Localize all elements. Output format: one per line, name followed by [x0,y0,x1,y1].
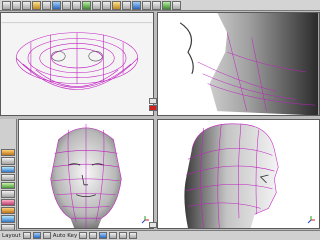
select-icon[interactable] [52,0,61,10]
render-icon[interactable] [92,0,101,10]
status-button[interactable] [109,232,118,239]
help-icon[interactable] [172,0,181,10]
new-icon[interactable] [2,0,11,10]
front-view-head [50,123,122,228]
undo-icon[interactable] [32,0,41,10]
status-button[interactable] [79,232,88,239]
viewport-front[interactable] [18,119,154,229]
viewport-perspective[interactable] [157,12,320,116]
status-button[interactable] [129,232,138,239]
camera-icon[interactable] [122,0,131,10]
snap-icon[interactable] [152,0,161,10]
move-icon[interactable] [62,0,71,10]
viewport-side[interactable] [157,119,320,229]
viewport-divider-handle[interactable] [149,98,157,104]
redo-icon[interactable] [42,0,51,10]
extrude-tool-icon[interactable] [1,190,15,198]
spline-tool-icon[interactable] [1,165,15,173]
main-toolbar [0,0,320,11]
modeler-window: Layout Auto Key [0,0,320,240]
top-view-wireframe [1,22,153,90]
point-tool-icon[interactable] [1,149,15,157]
status-button[interactable] [119,232,128,239]
viewport-maximize-button[interactable] [149,105,157,111]
scale-icon[interactable] [82,0,91,10]
morph-tool-icon[interactable] [1,215,15,223]
save-icon[interactable] [22,0,31,10]
grid-icon[interactable] [142,0,151,10]
rotate-icon[interactable] [72,0,81,10]
side-view-nav-button[interactable] [149,222,157,228]
knife-tool-icon[interactable] [1,173,15,182]
shaded-head-perspective [178,13,319,115]
status-button[interactable] [32,232,41,239]
layer-icon[interactable] [162,0,171,10]
status-bar: Layout Auto Key [0,230,320,240]
open-icon[interactable] [12,0,21,10]
status-mode-text: Layout [2,232,21,239]
smooth-tool-icon[interactable] [1,182,15,190]
status-button[interactable] [99,232,108,239]
light-icon[interactable] [112,0,121,10]
viewport-top[interactable] [0,12,154,116]
bone-tool-icon[interactable] [1,207,15,215]
status-button[interactable] [22,232,31,239]
status-info-text: Auto Key [52,232,78,239]
polygon-tool-icon[interactable] [1,157,15,165]
side-view-head [184,123,279,228]
axis-tripod-icon[interactable] [307,215,316,224]
status-button[interactable] [89,232,98,239]
material-icon[interactable] [102,0,111,10]
status-button[interactable] [42,232,51,239]
tool-palette [0,119,17,231]
paint-tool-icon[interactable] [1,198,15,207]
view-icon[interactable] [132,0,141,10]
